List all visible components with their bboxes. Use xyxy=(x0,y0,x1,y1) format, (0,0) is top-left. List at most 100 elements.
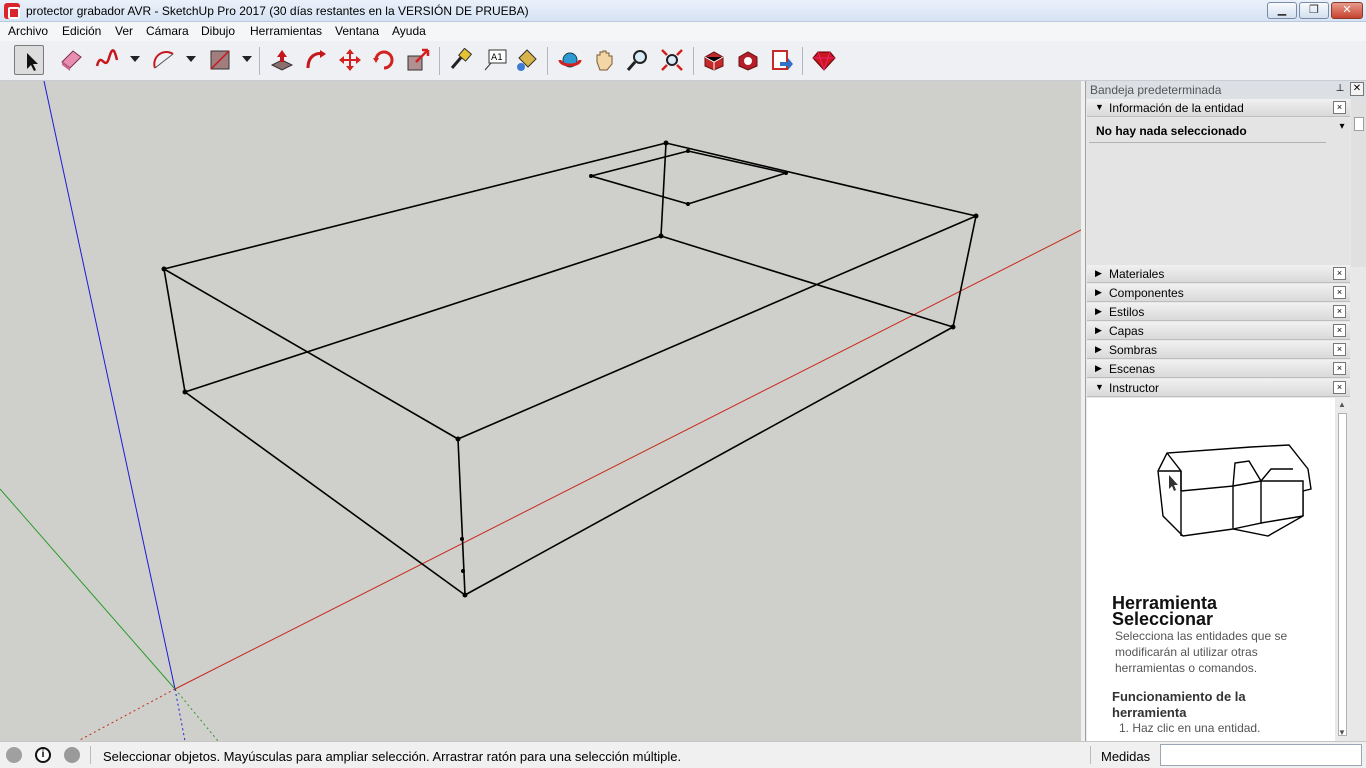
panel-sombras[interactable]: ▶ Sombras × xyxy=(1087,341,1350,359)
scroll-down-icon[interactable]: ▼ xyxy=(1338,728,1346,737)
panel-escenas[interactable]: ▶ Escenas × xyxy=(1087,360,1350,378)
panel-close-button[interactable]: × xyxy=(1333,305,1346,318)
arc-icon xyxy=(153,51,174,69)
panel-materiales[interactable]: ▶ Materiales × xyxy=(1087,265,1350,283)
paint-bucket-icon xyxy=(517,49,537,71)
tape-measure-tool-button[interactable] xyxy=(445,45,475,75)
pin-icon[interactable]: ⊥ xyxy=(1334,83,1346,95)
panel-close-button[interactable]: × xyxy=(1333,286,1346,299)
tray-scrollbar-thumb[interactable] xyxy=(1354,117,1364,131)
tape-measure-icon xyxy=(450,48,472,69)
panel-materiales-label: Materiales xyxy=(1109,267,1165,281)
menu-archivo[interactable]: Archivo xyxy=(8,24,48,38)
panel-capas[interactable]: ▶ Capas × xyxy=(1087,322,1350,340)
text-tool-button[interactable]: A1 xyxy=(480,45,510,75)
menu-camara[interactable]: Cámara xyxy=(146,24,189,38)
orbit-tool-button[interactable] xyxy=(555,45,585,75)
select-icon xyxy=(27,53,38,71)
zoom-tool-button[interactable] xyxy=(623,45,653,75)
select-tool-button[interactable] xyxy=(14,45,44,75)
3d-warehouse-button[interactable] xyxy=(699,45,729,75)
geolocation-icon[interactable] xyxy=(6,747,22,763)
ruby-console-button[interactable] xyxy=(809,45,839,75)
tray-scrollbar[interactable] xyxy=(1351,99,1366,267)
box-model[interactable] xyxy=(163,142,977,596)
panel-estilos[interactable]: ▶ Estilos × xyxy=(1087,303,1350,321)
toolbar-divider xyxy=(547,47,548,75)
push-pull-icon xyxy=(270,50,294,71)
user-account-icon[interactable] xyxy=(64,747,80,763)
scroll-up-icon[interactable]: ▲ xyxy=(1338,400,1346,409)
modeling-viewport[interactable] xyxy=(0,81,1081,741)
collapsed-triangle-icon: ▶ xyxy=(1095,363,1102,373)
measurements-input[interactable] xyxy=(1160,744,1362,766)
pan-icon xyxy=(596,50,613,71)
info-icon[interactable]: i xyxy=(35,747,51,763)
toolbar-divider xyxy=(802,47,803,75)
entity-divider xyxy=(1089,142,1326,143)
freehand-tool-button[interactable] xyxy=(92,45,122,75)
rectangle-tool-button[interactable] xyxy=(205,45,235,75)
ruby-console-icon xyxy=(812,51,836,71)
scale-tool-button[interactable] xyxy=(403,45,433,75)
collapsed-triangle-icon: ▶ xyxy=(1095,268,1102,278)
panel-close-button[interactable]: × xyxy=(1333,381,1346,394)
eraser-tool-button[interactable] xyxy=(56,45,86,75)
green-axis-negative xyxy=(174,688,219,741)
panel-close-button[interactable]: × xyxy=(1333,101,1346,114)
details-toggle-icon[interactable]: ▾ xyxy=(1336,122,1348,139)
extension-warehouse-button[interactable] xyxy=(733,45,763,75)
tray-close-button[interactable]: ✕ xyxy=(1350,82,1364,96)
box-vertices xyxy=(161,140,979,598)
follow-me-tool-button[interactable] xyxy=(301,45,331,75)
status-divider xyxy=(1090,746,1091,764)
arc-dropdown[interactable] xyxy=(185,55,196,63)
expanded-triangle-icon: ▼ xyxy=(1095,382,1104,392)
follow-me-icon xyxy=(306,50,326,69)
push-pull-tool-button[interactable] xyxy=(267,45,297,75)
panel-instructor-label: Instructor xyxy=(1109,381,1160,395)
menu-edicion[interactable]: Edición xyxy=(62,24,101,38)
layout-send-button[interactable] xyxy=(767,45,797,75)
instructor-scrollbar-thumb[interactable] xyxy=(1338,413,1347,736)
measurements-label: Medidas xyxy=(1101,749,1151,764)
paint-bucket-tool-button[interactable] xyxy=(511,45,541,75)
status-bar: i Seleccionar objetos. Mayúsculas para a… xyxy=(0,741,1366,768)
instructor-step: 1. Haz clic en una entidad. xyxy=(1119,721,1261,735)
menu-herramientas[interactable]: Herramientas xyxy=(250,24,322,38)
panel-estilos-label: Estilos xyxy=(1109,305,1145,319)
freehand-dropdown[interactable] xyxy=(129,55,140,63)
entity-info-body: No hay nada seleccionado ▾ xyxy=(1087,118,1350,266)
maximize-button[interactable]: ❐ xyxy=(1299,2,1329,19)
move-tool-button[interactable] xyxy=(335,45,365,75)
model-canvas[interactable] xyxy=(0,81,1081,741)
menu-ayuda[interactable]: Ayuda xyxy=(392,24,426,38)
rotate-tool-button[interactable] xyxy=(369,45,399,75)
blue-axis-negative xyxy=(174,688,186,741)
instructor-scrollbar[interactable]: ▲ ▼ xyxy=(1335,398,1350,741)
panel-capas-label: Capas xyxy=(1109,324,1144,338)
close-window-button[interactable]: ✕ xyxy=(1331,2,1363,19)
expanded-triangle-icon: ▼ xyxy=(1095,102,1104,112)
menu-ventana[interactable]: Ventana xyxy=(335,24,379,38)
layout-send-icon xyxy=(772,50,793,70)
minimize-button[interactable]: ▁ xyxy=(1267,2,1297,19)
panel-close-button[interactable]: × xyxy=(1333,362,1346,375)
arc-tool-button[interactable] xyxy=(149,45,179,75)
panel-componentes-label: Componentes xyxy=(1109,286,1184,300)
move-icon xyxy=(339,49,361,71)
extension-warehouse-icon xyxy=(738,51,758,71)
menu-dibujo[interactable]: Dibujo xyxy=(201,24,235,38)
panel-close-button[interactable]: × xyxy=(1333,324,1346,337)
panel-close-button[interactable]: × xyxy=(1333,343,1346,356)
panel-instructor[interactable]: ▼ Instructor × xyxy=(1087,379,1350,397)
panel-entity-info[interactable]: ▼ Información de la entidad × xyxy=(1087,99,1350,117)
orbit-icon xyxy=(558,52,582,68)
menu-ver[interactable]: Ver xyxy=(115,24,133,38)
panel-close-button[interactable]: × xyxy=(1333,267,1346,280)
status-message: Seleccionar objetos. Mayúsculas para amp… xyxy=(103,749,682,764)
panel-componentes[interactable]: ▶ Componentes × xyxy=(1087,284,1350,302)
zoom-extents-tool-button[interactable] xyxy=(657,45,687,75)
rectangle-dropdown[interactable] xyxy=(241,55,252,63)
pan-tool-button[interactable] xyxy=(589,45,619,75)
